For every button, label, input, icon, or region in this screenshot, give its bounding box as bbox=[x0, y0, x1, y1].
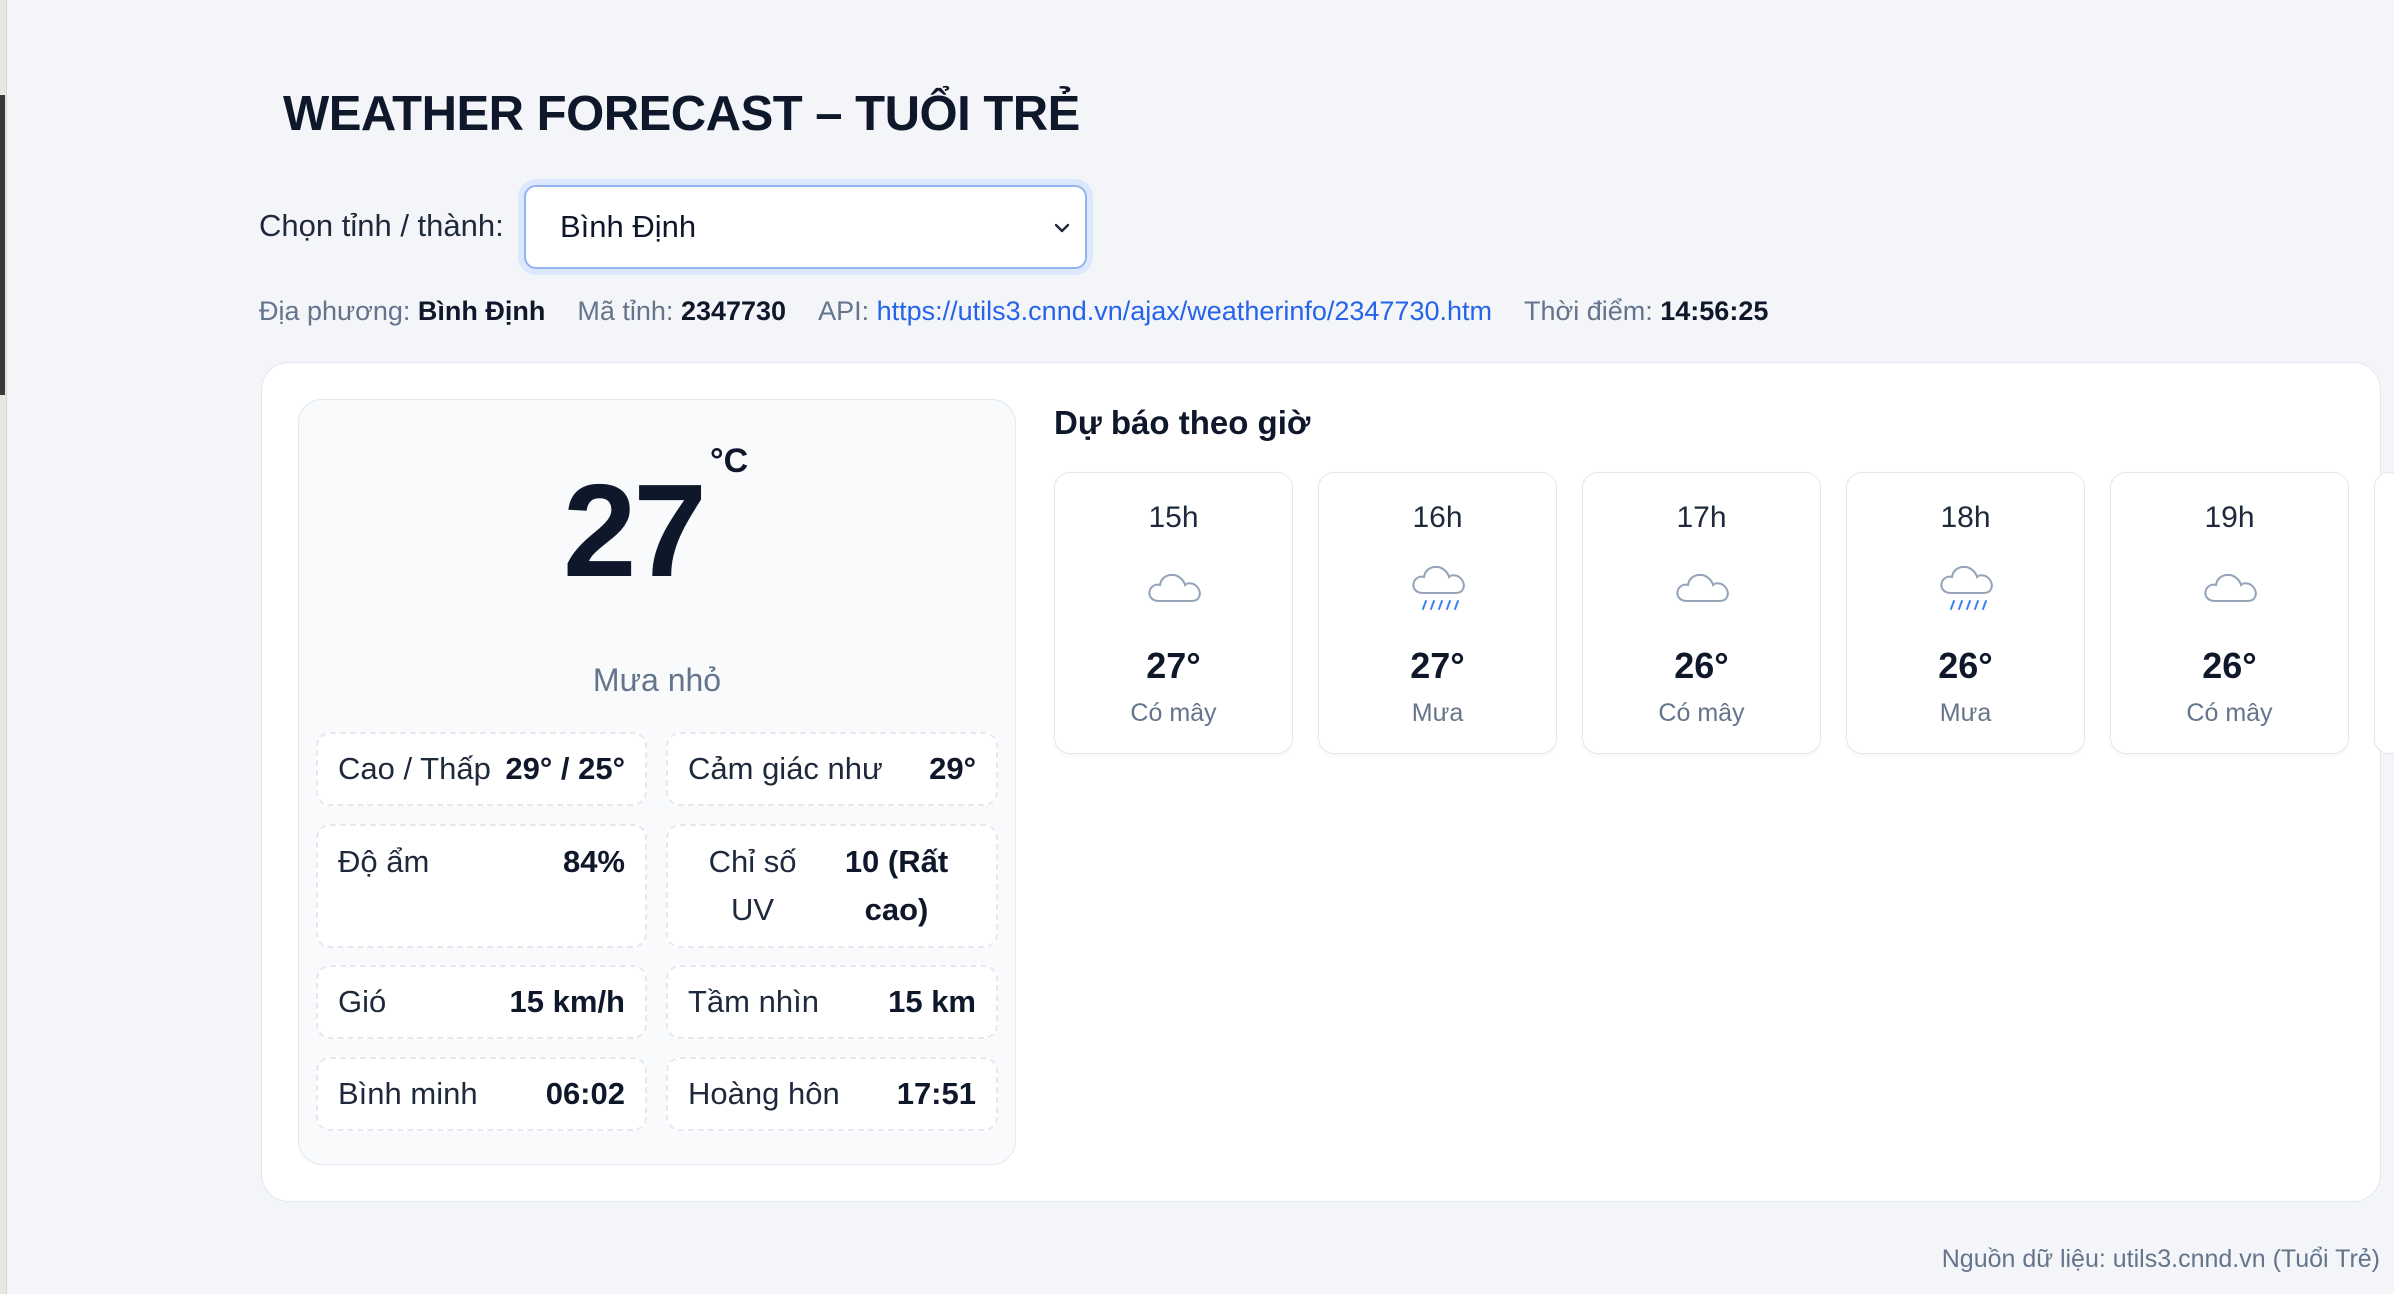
stat-value: 29° bbox=[929, 751, 976, 786]
stat-label: Cao / Thấp bbox=[338, 751, 491, 786]
hour-label: 15h bbox=[1148, 501, 1199, 534]
rain-icon bbox=[1412, 565, 1465, 610]
stat-label: Chỉ số UV bbox=[708, 844, 797, 927]
stat-uv-index: Chỉ số UV 10 (Rất cao) bbox=[666, 824, 998, 948]
chevron-down-icon bbox=[1054, 223, 1070, 233]
stat-label: Hoàng hôn bbox=[688, 1076, 840, 1111]
hour-description: Mưa bbox=[1939, 699, 1992, 727]
stat-label: Cảm giác như bbox=[688, 751, 883, 786]
meta-location: Địa phương: Bình Định bbox=[259, 295, 546, 326]
data-source-footer: Nguồn dữ liệu: utils3.cnnd.vn (Tuổi Trẻ) bbox=[1941, 1245, 2380, 1273]
hour-temperature: 26° bbox=[2202, 645, 2257, 686]
window-edge bbox=[0, 0, 7, 1294]
cloud-icon bbox=[1148, 573, 1201, 602]
province-label: Chọn tỉnh / thành: bbox=[259, 208, 504, 243]
hour-label: 18h bbox=[1940, 501, 1991, 534]
hour-description: Mưa bbox=[1411, 699, 1464, 727]
province-select[interactable]: Bình Định bbox=[524, 185, 1087, 269]
stat-humidity: Độ ẩm 84% bbox=[316, 824, 647, 948]
stat-high-low: Cao / Thấp 29° / 25° bbox=[316, 732, 647, 806]
hour-label: 19h bbox=[2204, 501, 2255, 534]
stat-wind: Gió 15 km/h bbox=[316, 965, 647, 1039]
hourly-forecast-card: 15h 27° Có mây bbox=[1054, 472, 1293, 754]
hourly-forecast-card: 16h 27° Mưa bbox=[1318, 472, 1557, 754]
cloud-icon bbox=[1676, 573, 1729, 602]
meta-code: Mã tỉnh: 2347730 bbox=[577, 295, 787, 326]
temperature-unit: °C bbox=[710, 442, 749, 480]
stat-sunrise: Bình minh 06:02 bbox=[316, 1057, 647, 1131]
stat-value: 15 km bbox=[888, 984, 976, 1019]
stat-label: Tầm nhìn bbox=[688, 984, 819, 1019]
stat-label: Gió bbox=[338, 984, 387, 1019]
hour-temperature: 26° bbox=[1674, 645, 1729, 686]
hour-description: Có mây bbox=[2186, 699, 2273, 727]
hourly-forecast-card: 17h 26° Có mây bbox=[1582, 472, 1821, 754]
current-condition: Mưa nhỏ bbox=[592, 662, 722, 698]
hour-label: 17h bbox=[1676, 501, 1727, 534]
hour-description: Có mây bbox=[1658, 699, 1745, 727]
stat-visibility: Tầm nhìn 15 km bbox=[666, 965, 998, 1039]
stat-label: Bình minh bbox=[338, 1076, 478, 1111]
stat-value: 84% bbox=[562, 844, 625, 879]
hourly-forecast-card: 19h 26° Có mây bbox=[2110, 472, 2349, 754]
stat-value: 06:02 bbox=[545, 1076, 625, 1111]
meta-time: Thời điểm: 14:56:25 bbox=[1524, 295, 1769, 326]
meta-api: API: https://utils3.cnnd.vn/ajax/weather… bbox=[818, 295, 1492, 326]
hour-temperature: 26° bbox=[1938, 645, 1993, 686]
province-selected-value: Bình Định bbox=[560, 209, 697, 244]
stat-sunset: Hoàng hôn 17:51 bbox=[666, 1057, 998, 1131]
window-edge-shadow bbox=[0, 95, 5, 395]
hour-temperature: 27° bbox=[1410, 645, 1465, 686]
stat-value: 10 (Rất cao) bbox=[844, 844, 949, 927]
rain-icon bbox=[1940, 565, 1993, 610]
hourly-forecast-card-partial bbox=[2374, 472, 2394, 754]
stat-feels-like: Cảm giác như 29° bbox=[666, 732, 998, 806]
hourly-forecast-card: 18h 26° Mưa bbox=[1846, 472, 2085, 754]
stat-value: 29° / 25° bbox=[505, 751, 625, 786]
hour-description: Có mây bbox=[1130, 699, 1217, 727]
api-link[interactable]: https://utils3.cnnd.vn/ajax/weatherinfo/… bbox=[877, 296, 1492, 326]
hourly-forecast-title: Dự báo theo giờ bbox=[1054, 404, 1311, 441]
cloud-icon bbox=[2204, 573, 2257, 602]
meta-row: Địa phương: Bình Định Mã tỉnh: 2347730 A… bbox=[259, 293, 1800, 329]
stat-label: Độ ẩm bbox=[338, 844, 430, 879]
hour-label: 16h bbox=[1412, 501, 1463, 534]
hour-temperature: 27° bbox=[1146, 645, 1201, 686]
stat-value: 17:51 bbox=[896, 1076, 976, 1111]
page-title: WEATHER FORECAST – TUỔI TRẺ bbox=[283, 87, 1080, 141]
stat-value: 15 km/h bbox=[509, 984, 625, 1019]
current-temperature: 27 bbox=[563, 457, 707, 604]
